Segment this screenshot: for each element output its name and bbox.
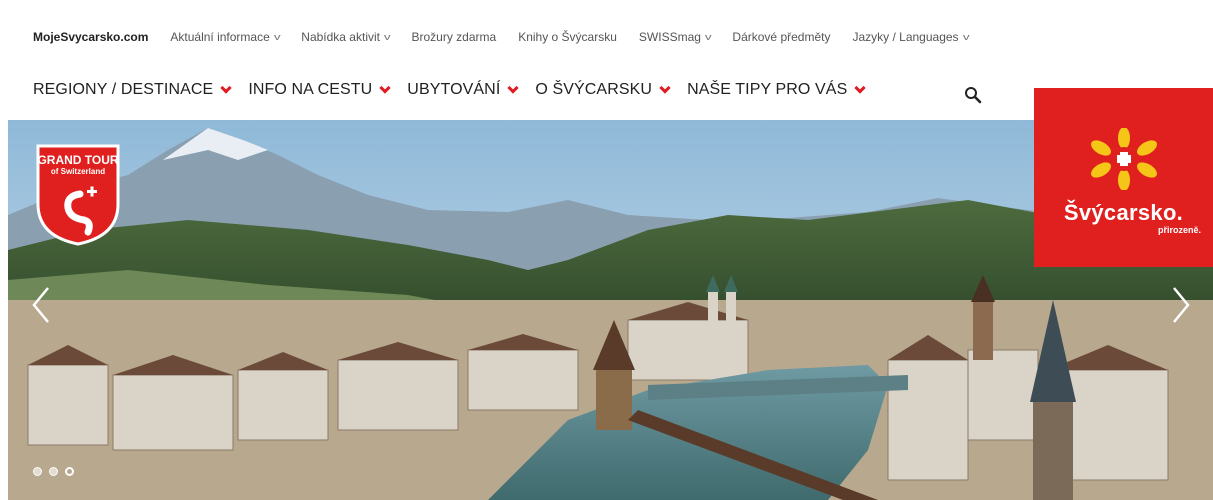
mainnav-item-4[interactable]: NAŠE TIPY PRO VÁS	[687, 81, 867, 99]
chevron-down-icon	[507, 81, 520, 94]
mainnav-item-label: NAŠE TIPY PRO VÁS	[687, 81, 848, 98]
chevron-down-icon: v	[383, 32, 391, 42]
slider-dot[interactable]	[49, 467, 58, 476]
topnav-item-4[interactable]: SWISSmag v	[638, 30, 712, 44]
chevron-left-icon	[32, 287, 49, 323]
topnav-item-label: Knihy o Švýcarsku	[518, 30, 617, 44]
top-utility-nav: MojeSvycarsko.com Aktuální informace v Nab…	[0, 0, 1213, 80]
mainnav-item-label: INFO NA CESTU	[248, 81, 373, 98]
topnav-item-label: Jazyky / Languages	[852, 30, 959, 44]
topnav-item-2[interactable]: Brožury zdarma	[411, 30, 496, 44]
topnav-item-label: Dárkové předměty	[732, 30, 831, 44]
chevron-right-icon	[1173, 287, 1190, 323]
logo-tagline: přirozeně.	[1157, 225, 1201, 235]
topnav-item-label: Brožury zdarma	[411, 30, 497, 44]
topnav-item-5[interactable]: Dárkové předměty	[732, 30, 830, 44]
grand-tour-subtitle: of Switzerland	[50, 167, 106, 176]
chevron-down-icon: v	[962, 32, 970, 42]
mainnav-item-3[interactable]: O ŠVÝCARSKU	[535, 81, 671, 99]
hero-image	[8, 120, 1213, 500]
mainnav-item-0[interactable]: REGIONY / DESTINACE	[33, 81, 232, 99]
topnav-item-label: Nabídka aktivit	[301, 30, 380, 44]
mainnav-item-label: UBYTOVÁNÍ	[407, 81, 501, 98]
topnav-item-6[interactable]: Jazyky / Languages v	[852, 30, 970, 44]
main-nav: REGIONY / DESTINACE INFO NA CESTU UBYTOVÁN…	[33, 81, 882, 99]
topnav-item-3[interactable]: Knihy o Švýcarsku	[518, 30, 617, 44]
mainnav-item-label: REGIONY / DESTINACE	[33, 81, 214, 98]
chevron-down-icon: v	[704, 32, 712, 42]
slider-dot[interactable]	[65, 467, 74, 476]
grand-tour-title: GRAND TOUR	[37, 153, 119, 167]
grand-tour-badge[interactable]: GRAND TOUR of Switzerland	[36, 142, 120, 246]
mainnav-item-2[interactable]: UBYTOVÁNÍ	[407, 81, 520, 99]
slider-next-button[interactable]	[1170, 285, 1192, 325]
slider-prev-button[interactable]	[30, 285, 52, 325]
switzerland-tourism-logo[interactable]: Švýcarsko. přirozeně.	[1034, 88, 1213, 267]
topnav-item-1[interactable]: Nabídka aktivit v	[301, 30, 391, 44]
logo-name: Švýcarsko.	[1063, 200, 1184, 225]
chevron-down-icon	[659, 81, 671, 94]
chevron-down-icon	[379, 81, 391, 94]
topnav-item-label: SWISSmag	[638, 30, 701, 44]
mainnav-item-1[interactable]: INFO NA CESTU	[248, 81, 391, 99]
site-brand-link[interactable]: MojeSvycarsko.com	[33, 30, 148, 44]
topnav-item-label: Aktuální informace	[170, 30, 270, 44]
chevron-down-icon: v	[273, 32, 281, 42]
hero-slider[interactable]	[8, 120, 1213, 500]
chevron-down-icon	[854, 81, 867, 94]
search-icon[interactable]	[964, 86, 982, 104]
mainnav-item-label: O ŠVÝCARSKU	[535, 81, 653, 98]
slider-dots	[33, 467, 74, 476]
slider-dot[interactable]	[33, 467, 42, 476]
edelweiss-icon	[1091, 128, 1157, 190]
topnav-item-0[interactable]: Aktuální informace v	[170, 30, 281, 44]
chevron-down-icon	[220, 81, 232, 94]
